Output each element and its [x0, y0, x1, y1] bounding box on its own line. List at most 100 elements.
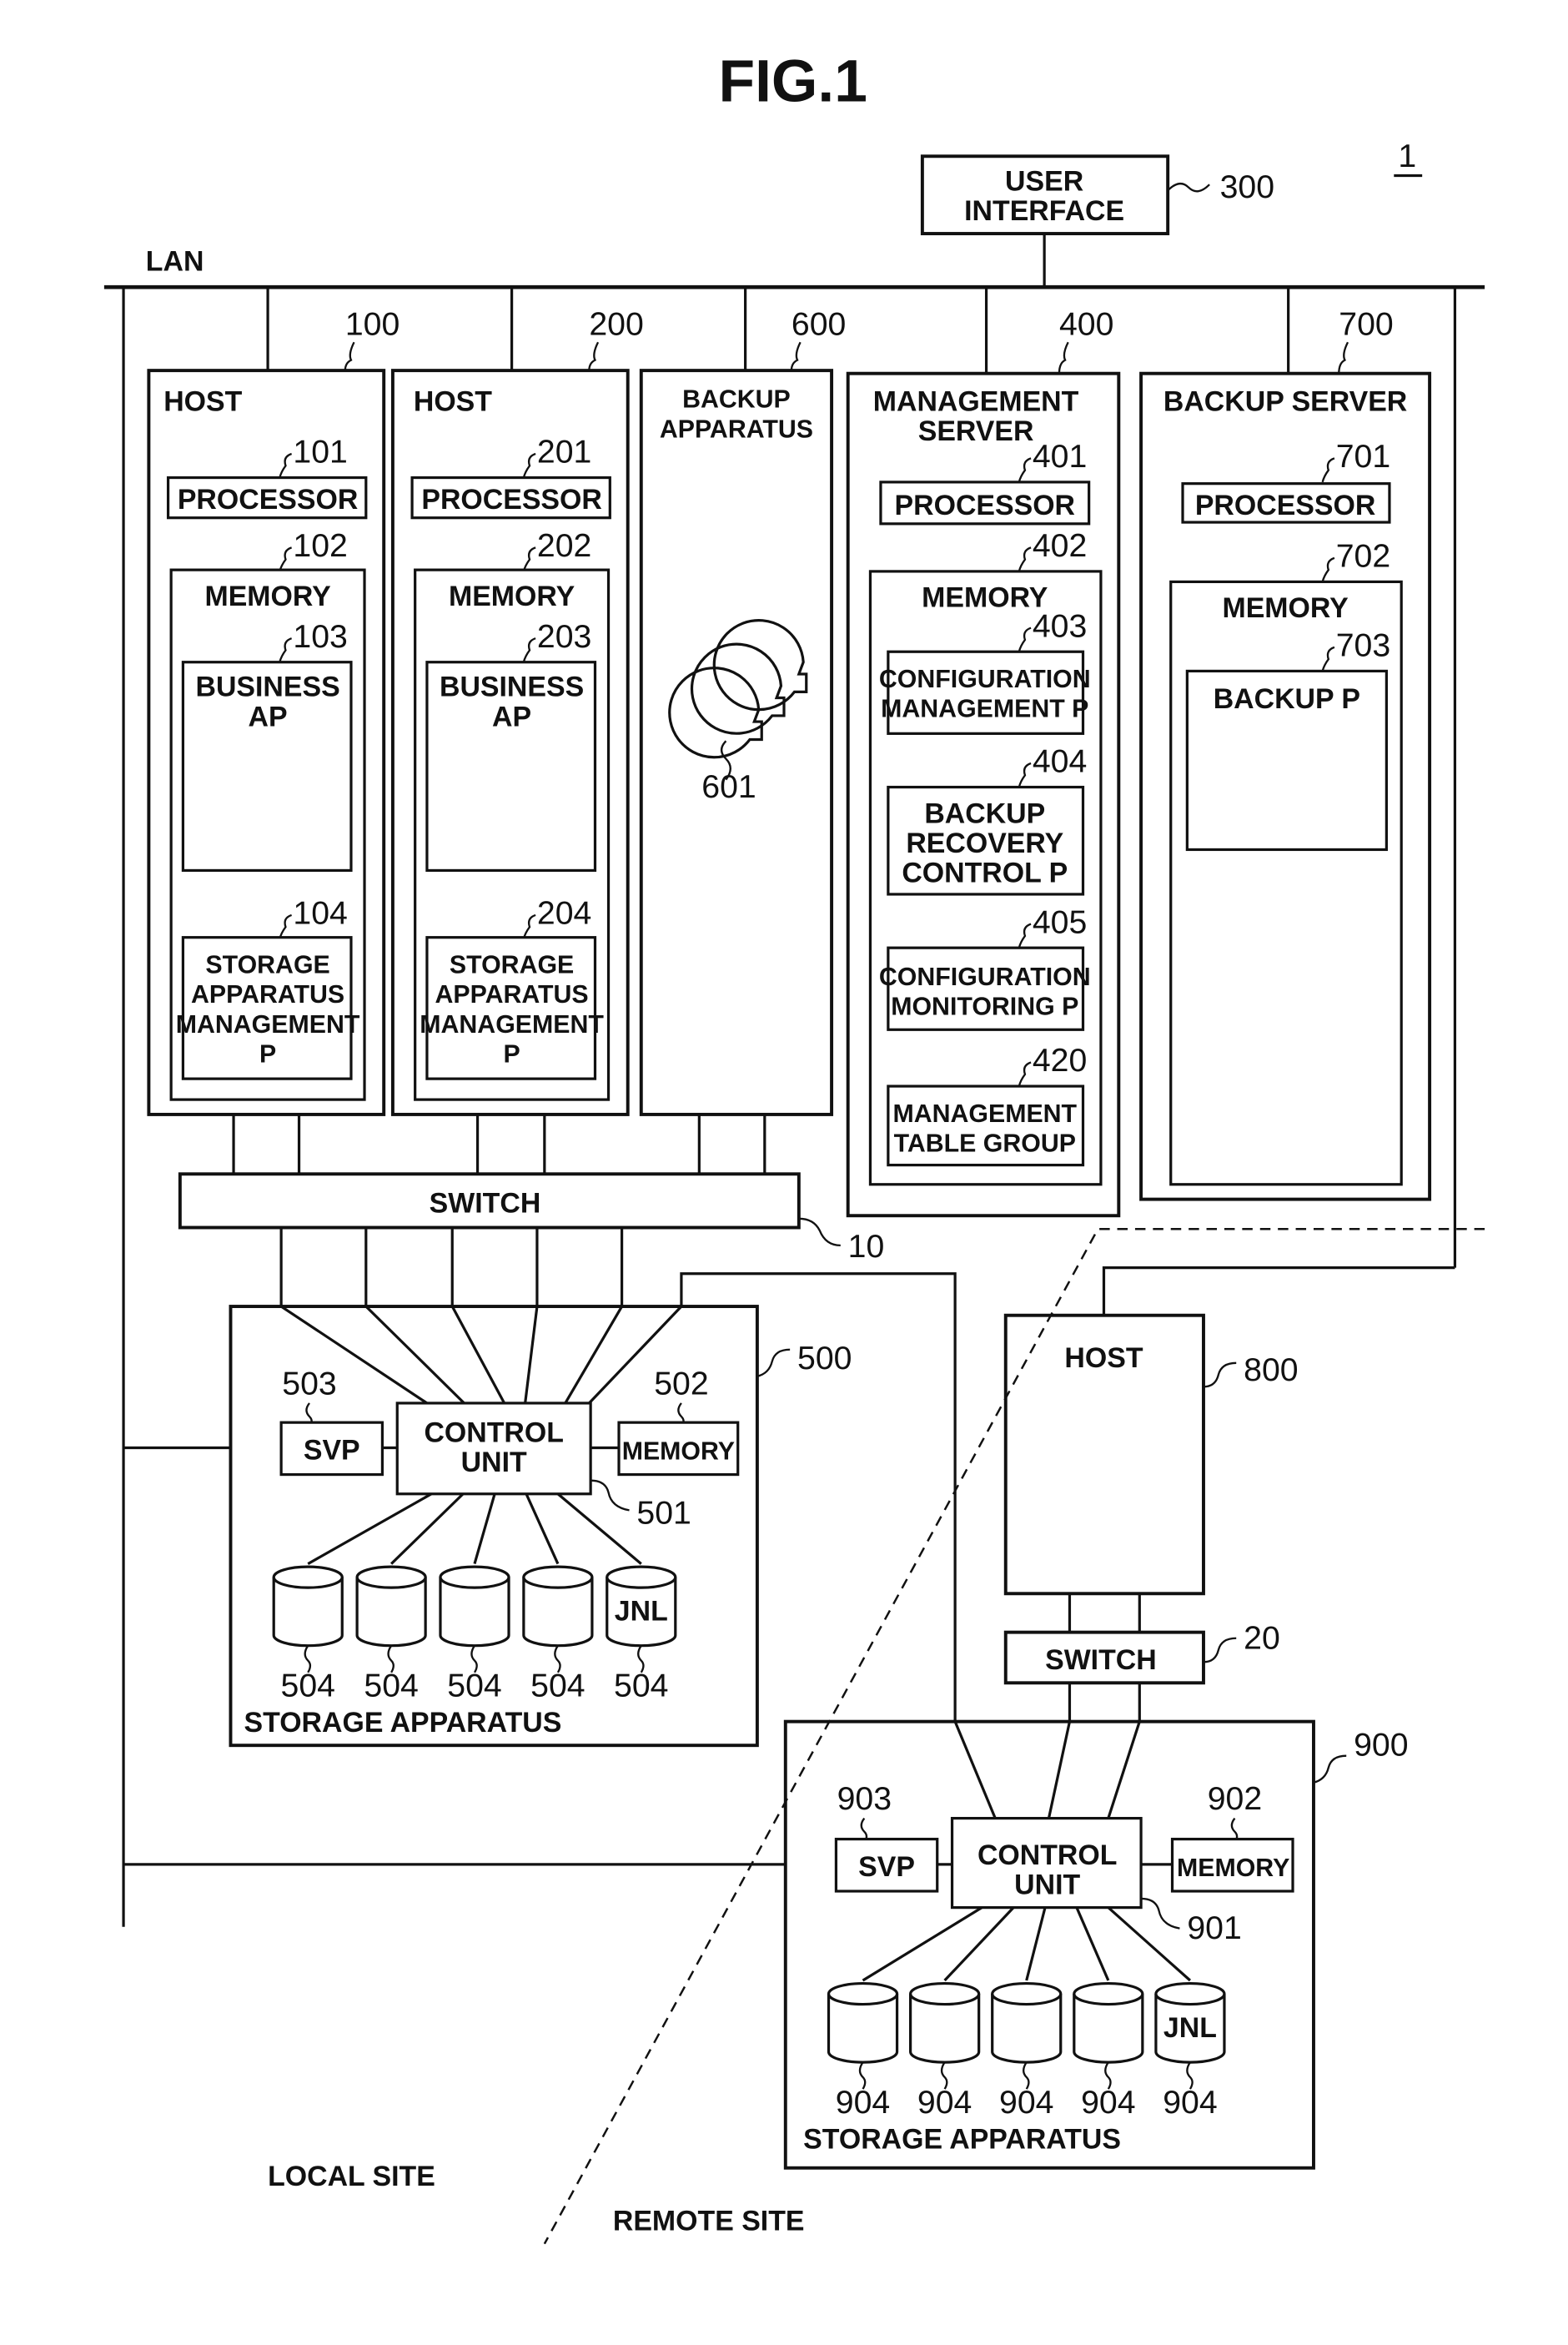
control-unit-901-label-1: CONTROL: [977, 1839, 1117, 1871]
ref-401: 401: [1033, 438, 1087, 475]
ref-101: 101: [293, 434, 347, 471]
ref-901: 901: [1187, 1910, 1241, 1946]
program-420-label-1: MANAGEMENT: [892, 1100, 1077, 1128]
ref-405: 405: [1033, 903, 1087, 940]
program-405-label-2: MONITORING P: [891, 993, 1078, 1020]
storage-900-label: STORAGE APPARATUS: [803, 2124, 1121, 2156]
storage-900-volume-ref: 904: [836, 2084, 890, 2121]
system-ref: 1: [1398, 138, 1416, 174]
backup-server-label: BACKUP SERVER: [1163, 385, 1407, 417]
system-diagram: FIG.1 1 USER INTERFACE 300 LAN 100 200 6…: [103, 48, 1485, 2245]
ref-104: 104: [293, 895, 347, 932]
backup-server-700: BACKUP SERVER 701 PROCESSOR 702 MEMORY 7…: [1139, 371, 1432, 1201]
host-800-label: HOST: [1064, 1342, 1143, 1374]
ref-420: 420: [1033, 1042, 1087, 1079]
ref-10: 10: [848, 1228, 885, 1265]
program-405-label-1: CONFIGURATION: [879, 964, 1091, 991]
ref-600: 600: [792, 305, 846, 342]
business-ap-203-label-1: BUSINESS: [440, 672, 584, 703]
figure-title: FIG.1: [719, 48, 867, 114]
leader-500: [756, 1348, 791, 1377]
backup-apparatus-label-1: BACKUP: [682, 386, 791, 414]
leader-800: [1203, 1361, 1237, 1388]
ref-502: 502: [654, 1365, 708, 1401]
ref-702: 702: [1336, 538, 1390, 575]
processor-701-label: PROCESSOR: [1195, 490, 1375, 521]
business-ap-203-label-2: AP: [492, 701, 531, 732]
program-420-label-2: TABLE GROUP: [894, 1130, 1076, 1158]
switch-20-label: SWITCH: [1045, 1644, 1157, 1676]
storage-900-volume-label: JNL: [1163, 2012, 1217, 2044]
ref-900: 900: [1354, 1727, 1408, 1764]
ref-200: 200: [589, 305, 643, 342]
ref-701: 701: [1336, 438, 1390, 475]
storage-900-volume-ref: 904: [999, 2084, 1053, 2121]
host-800: HOST 800: [1003, 1313, 1299, 1596]
storage-mgmt-204-label-4: P: [503, 1041, 520, 1069]
processor-101-label: PROCESSOR: [178, 484, 358, 516]
ref-201: 201: [537, 434, 591, 471]
ref-902: 902: [1208, 1780, 1262, 1817]
processor-401-label: PROCESSOR: [895, 490, 1075, 521]
ref-703: 703: [1336, 627, 1390, 664]
storage-500-volume-ref: 504: [364, 1667, 418, 1703]
storage-mgmt-104-label-3: MANAGEMENT: [176, 1011, 360, 1039]
ref-20: 20: [1244, 1619, 1280, 1656]
memory-502-label: MEMORY: [622, 1438, 735, 1466]
ref-903: 903: [837, 1780, 892, 1817]
ref-503: 503: [282, 1365, 336, 1401]
storage-900-volume-ref: 904: [1081, 2084, 1135, 2121]
host-200: HOST 201 PROCESSOR 202 MEMORY 203 BUSINE…: [390, 369, 630, 1116]
program-403-label-1: CONFIGURATION: [879, 666, 1091, 693]
program-404-label-3: CONTROL P: [902, 858, 1068, 889]
local-site-label: LOCAL SITE: [268, 2161, 435, 2192]
switch-10-label: SWITCH: [430, 1188, 541, 1220]
backup-apparatus-box: [639, 369, 834, 1116]
host-100-label: HOST: [163, 385, 242, 417]
memory-202-label: MEMORY: [449, 581, 575, 612]
ref-100: 100: [345, 305, 400, 342]
ref-300: 300: [1220, 169, 1274, 205]
storage-mgmt-104-label-4: P: [259, 1041, 276, 1069]
ref-102: 102: [293, 527, 347, 564]
management-server-400: MANAGEMENT SERVER 401 PROCESSOR 402 MEMO…: [846, 371, 1121, 1218]
ref-103: 103: [293, 618, 347, 655]
management-server-label-2: SERVER: [918, 415, 1034, 447]
memory-102-label: MEMORY: [204, 581, 331, 612]
host-100: HOST 101 PROCESSOR 102 MEMORY 103 BUSINE…: [147, 369, 386, 1116]
ref-501: 501: [636, 1494, 691, 1531]
program-403-label-2: MANAGEMENT P: [881, 696, 1088, 723]
leader-600: [790, 341, 802, 371]
leader-400: [1058, 341, 1069, 374]
ref-800: 800: [1244, 1351, 1298, 1388]
ref-404: 404: [1033, 743, 1087, 780]
remote-site-label: REMOTE SITE: [613, 2206, 805, 2237]
backup-apparatus-600: BACKUP APPARATUS 601: [639, 369, 834, 1116]
business-ap-103-label-1: BUSINESS: [195, 672, 339, 703]
switch-10: SWITCH 10: [178, 1172, 885, 1265]
program-404-label-1: BACKUP: [924, 798, 1045, 829]
storage-900-volume-ref: 904: [1163, 2084, 1217, 2121]
ref-204: 204: [537, 895, 591, 932]
storage-mgmt-104-label-2: APPARATUS: [191, 981, 344, 1009]
management-server-label-1: MANAGEMENT: [873, 385, 1079, 417]
storage-apparatus-500: 500 503 SVP CONTROL UNIT 501 502 MEMORY …: [229, 1305, 852, 1748]
storage-500-volume-ref: 504: [614, 1667, 668, 1703]
storage-mgmt-104-label-1: STORAGE: [205, 951, 329, 979]
backup-apparatus-label-2: APPARATUS: [660, 415, 813, 443]
lan-label: LAN: [146, 246, 204, 278]
switch-20: SWITCH 20: [1003, 1619, 1280, 1685]
storage-mgmt-204-label-2: APPARATUS: [435, 981, 589, 1009]
ref-500: 500: [797, 1340, 852, 1376]
svp-903-label: SVP: [858, 1851, 915, 1883]
user-interface-block: USER INTERFACE 300: [920, 154, 1274, 288]
storage-500-volume-ref: 504: [447, 1667, 501, 1703]
storage-900-volume-ref: 904: [917, 2084, 972, 2121]
storage-mgmt-204-label-1: STORAGE: [450, 951, 574, 979]
ref-400: 400: [1059, 305, 1113, 342]
leader-20: [1203, 1637, 1237, 1663]
leader-10: [798, 1217, 841, 1247]
memory-902-label: MEMORY: [1177, 1854, 1289, 1882]
host-200-label: HOST: [414, 385, 492, 417]
control-unit-501-label-2: UNIT: [461, 1447, 527, 1478]
